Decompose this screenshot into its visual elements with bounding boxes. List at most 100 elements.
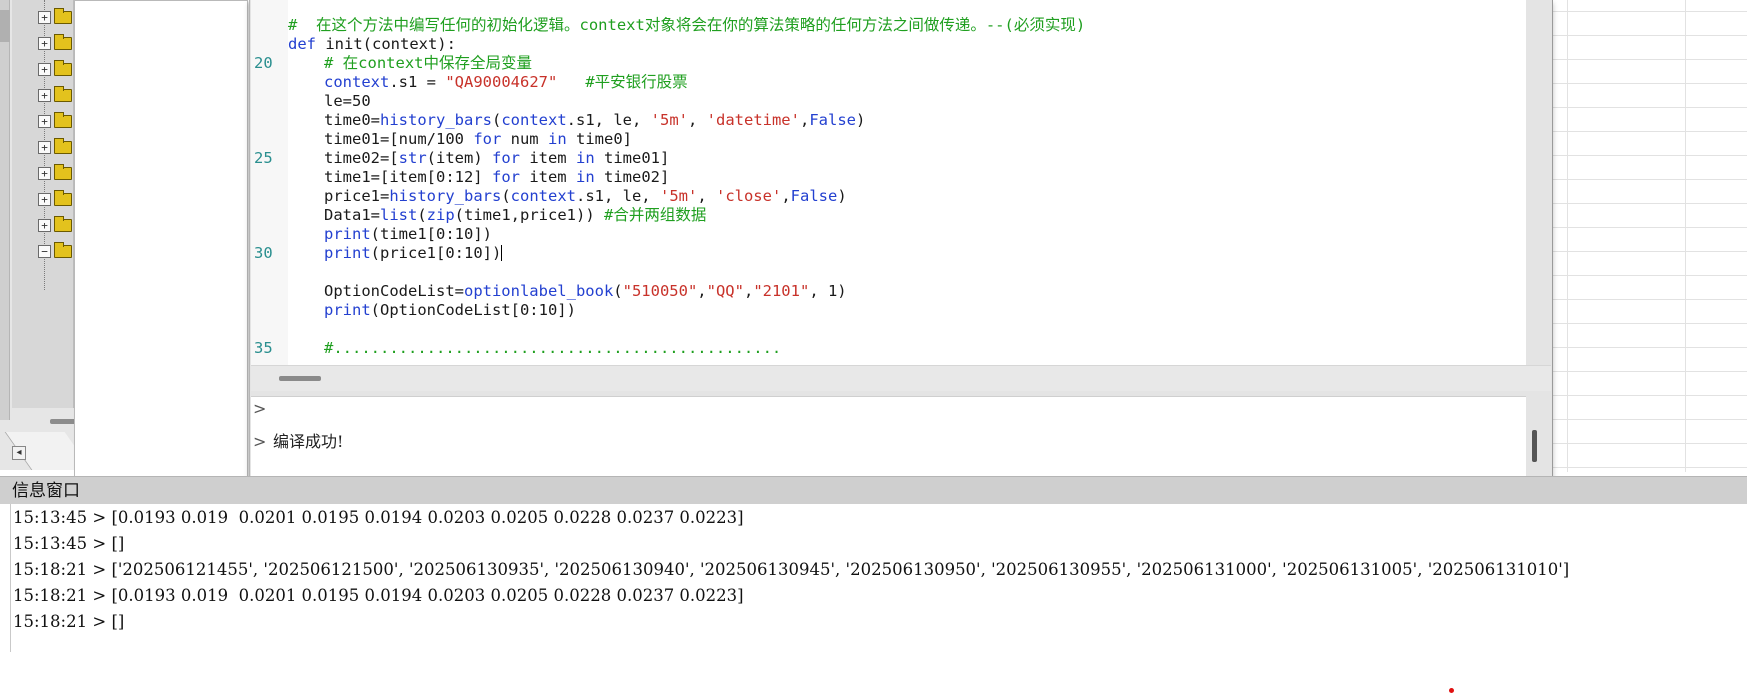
code-line[interactable]: print(time1[0:10]) bbox=[324, 225, 492, 244]
code-token: False bbox=[809, 111, 856, 129]
log-separator-icon: > bbox=[87, 508, 112, 527]
code-token: item bbox=[519, 149, 576, 167]
code-token: time0] bbox=[566, 130, 632, 148]
log-separator-icon: > bbox=[87, 560, 112, 579]
log-message: ['202506121455', '202506121500', '202506… bbox=[111, 560, 1570, 579]
code-token: '5m' bbox=[650, 111, 688, 129]
expand-icon[interactable]: + bbox=[38, 37, 51, 50]
code-token: "QQ" bbox=[706, 282, 744, 300]
tree-node[interactable]: + bbox=[12, 56, 74, 82]
code-line[interactable]: # 在这个方法中编写任何的初始化逻辑。context对象将会在你的算法策略的任何… bbox=[288, 16, 1085, 35]
tree-node[interactable]: + bbox=[12, 4, 74, 30]
tree-scrollbar-thumb[interactable] bbox=[0, 10, 10, 42]
grid-line bbox=[1553, 203, 1747, 204]
grid-line bbox=[1553, 323, 1747, 324]
code-editor[interactable]: # 在这个方法中编写任何的初始化逻辑。context对象将会在你的算法策略的任何… bbox=[251, 0, 1526, 365]
log-message: [0.0193 0.019 0.0201 0.0195 0.0194 0.020… bbox=[111, 508, 744, 527]
log-timestamp: 15:13:45 bbox=[13, 534, 88, 553]
code-line[interactable]: time0=history_bars(context.s1, le, '5m',… bbox=[324, 111, 865, 130]
expand-icon[interactable]: + bbox=[38, 63, 51, 76]
code-token: #.......................................… bbox=[324, 339, 782, 357]
grid-line bbox=[1553, 443, 1747, 444]
code-line[interactable]: price1=history_bars(context.s1, le, '5m'… bbox=[324, 187, 847, 206]
code-line[interactable]: #.......................................… bbox=[324, 339, 781, 358]
log-entry: 15:13:45 > [0.0193 0.019 0.0201 0.0195 0… bbox=[13, 505, 744, 531]
code-line[interactable]: print(OptionCodeList[0:10]) bbox=[324, 301, 576, 320]
folder-icon bbox=[54, 242, 72, 258]
folder-icon bbox=[54, 34, 72, 50]
code-token: , 1) bbox=[809, 282, 847, 300]
code-token: context bbox=[510, 187, 576, 205]
compile-output-panel: > > 编译成功! bbox=[251, 396, 1526, 488]
expand-icon[interactable]: + bbox=[38, 193, 51, 206]
code-token: "2101" bbox=[753, 282, 810, 300]
code-token: time0= bbox=[324, 111, 380, 129]
code-token: (OptionCodeList[0:10]) bbox=[370, 301, 576, 319]
code-token: in bbox=[575, 149, 595, 167]
code-token: print bbox=[324, 244, 371, 262]
spreadsheet-background bbox=[1553, 0, 1747, 472]
code-line[interactable]: def init(context): bbox=[288, 35, 456, 54]
grid-line bbox=[1553, 371, 1747, 372]
expand-icon[interactable]: + bbox=[38, 219, 51, 232]
cursor-marker bbox=[1449, 688, 1454, 693]
code-line[interactable]: Data1=list(zip(time1,price1)) #合并两组数据 bbox=[324, 206, 706, 225]
code-token: for bbox=[491, 149, 520, 167]
code-token: for bbox=[473, 130, 502, 148]
text-caret bbox=[501, 245, 503, 261]
folder-icon bbox=[54, 216, 72, 232]
log-message: [0.0193 0.019 0.0201 0.0195 0.0194 0.020… bbox=[111, 586, 744, 605]
code-token: ) bbox=[856, 111, 866, 129]
info-window-log: 15:13:45 > [0.0193 0.019 0.0201 0.0195 0… bbox=[10, 504, 1747, 652]
code-line[interactable]: # 在context中保存全局变量 bbox=[324, 54, 532, 73]
tree-scrollbar[interactable] bbox=[0, 0, 10, 420]
code-token: , bbox=[799, 111, 810, 129]
code-token: time1=[item[0:12] bbox=[324, 168, 492, 186]
code-line[interactable]: context.s1 = "QA90004627" #平安银行股票 bbox=[324, 73, 688, 92]
grid-line bbox=[1553, 131, 1747, 132]
code-token: (item) bbox=[426, 149, 492, 167]
code-line[interactable]: time01=[num/100 for num in time0] bbox=[324, 130, 632, 149]
tree-node[interactable]: − bbox=[12, 238, 74, 264]
code-token: , bbox=[781, 187, 791, 205]
scroll-left-icon[interactable]: ◂ bbox=[12, 446, 26, 460]
code-token: Data1= bbox=[324, 206, 380, 224]
tree-node[interactable]: + bbox=[12, 30, 74, 56]
code-token: item bbox=[519, 168, 576, 186]
code-token: , bbox=[687, 111, 707, 129]
folder-icon bbox=[54, 190, 72, 206]
editor-hscrollbar[interactable] bbox=[251, 365, 1551, 391]
log-message: [] bbox=[111, 534, 125, 553]
grid-line bbox=[1553, 347, 1747, 348]
code-token: context bbox=[324, 73, 390, 91]
code-token: for bbox=[491, 168, 520, 186]
expand-icon[interactable]: + bbox=[38, 11, 51, 24]
tree-node[interactable]: + bbox=[12, 82, 74, 108]
info-window-title: 信息窗口 bbox=[12, 481, 80, 501]
code-token: ( bbox=[491, 111, 502, 129]
code-line[interactable]: time02=[str(item) for item in time01] bbox=[324, 149, 669, 168]
log-entry: 15:18:21 > ['202506121455', '20250612150… bbox=[13, 557, 1569, 583]
expand-icon[interactable]: + bbox=[38, 167, 51, 180]
tree-node[interactable]: + bbox=[12, 108, 74, 134]
editor-hscroll-thumb[interactable] bbox=[279, 376, 321, 381]
tree-node[interactable]: + bbox=[12, 186, 74, 212]
expand-icon[interactable]: + bbox=[38, 89, 51, 102]
tree-node[interactable]: + bbox=[12, 212, 74, 238]
code-line[interactable]: time1=[item[0:12] for item in time02] bbox=[324, 168, 669, 187]
code-token: def bbox=[288, 35, 326, 53]
folder-icon bbox=[54, 60, 72, 76]
output-scrollbar-thumb[interactable] bbox=[1532, 430, 1537, 462]
grid-line bbox=[1553, 107, 1747, 108]
code-line[interactable]: print(price1[0:10]) bbox=[324, 244, 503, 263]
log-separator-icon: > bbox=[87, 586, 112, 605]
collapse-icon[interactable]: − bbox=[38, 245, 51, 258]
code-token: price1= bbox=[324, 187, 390, 205]
tree-node[interactable]: + bbox=[12, 160, 74, 186]
code-token: 'close' bbox=[715, 187, 782, 205]
code-line[interactable]: OptionCodeList=optionlabel_book("510050"… bbox=[324, 282, 847, 301]
tree-node[interactable]: + bbox=[12, 134, 74, 160]
expand-icon[interactable]: + bbox=[38, 115, 51, 128]
code-line[interactable]: le=50 bbox=[324, 92, 371, 111]
expand-icon[interactable]: + bbox=[38, 141, 51, 154]
